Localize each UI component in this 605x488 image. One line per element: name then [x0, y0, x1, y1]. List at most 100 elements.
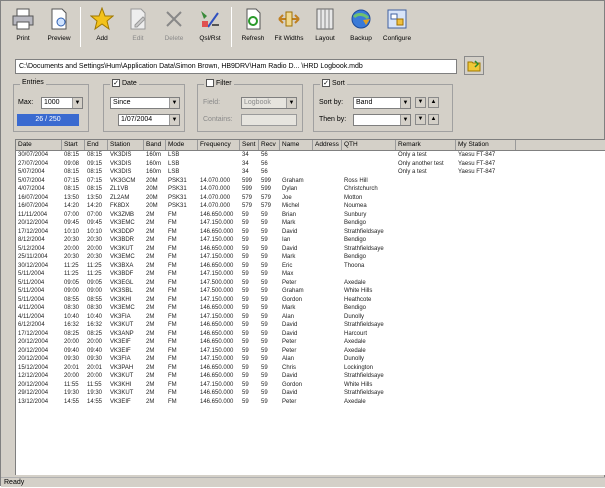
table-cell — [396, 296, 456, 305]
open-database-button[interactable] — [464, 56, 484, 75]
filter-contains-input[interactable] — [241, 114, 297, 126]
table-cell: 59 — [242, 398, 249, 405]
column-header[interactable]: Mode — [166, 140, 198, 150]
date-picker[interactable]: 1/07/2004 ▼ — [118, 114, 180, 126]
column-header[interactable]: QTH — [342, 140, 396, 150]
column-header[interactable]: Recv — [259, 140, 280, 150]
table-cell — [396, 389, 456, 398]
table-row[interactable]: 20/12/2004 09:45 09:45 VK3EMC 2M FM 147.150.00… — [16, 219, 605, 228]
table-row[interactable]: 30/12/2004 11:25 11:25 VK3BXA 2M FM 146.650.00… — [16, 262, 605, 271]
table-row[interactable]: 20/12/2004 09:30 09:30 VK3FIA 2M FM 147.150.00… — [16, 355, 605, 364]
table-row[interactable]: 29/12/2004 19:30 19:30 VK3KUT 2M FM 146.650.00… — [16, 389, 605, 398]
table-cell — [396, 330, 456, 339]
table-row[interactable]: 12/12/2004 20:00 20:00 VK3KUT 2M FM 146.650.00… — [16, 372, 605, 381]
table-cell: 59 — [261, 322, 268, 328]
table-cell: VK3DDP — [110, 228, 135, 235]
table-cell: 25/11/2004 — [18, 254, 48, 260]
table-row[interactable]: 5/11/2004 11:25 11:25 VK3BDF 2M FM 147.150.000… — [16, 270, 605, 279]
table-row[interactable]: 5/07/2004 08:15 08:15 VK3DIS 160m LSB 34 56 Only… — [16, 168, 605, 177]
table-cell: Peter — [282, 279, 297, 286]
table-row[interactable]: 13/12/2004 14:55 14:55 VK3EIF 2M FM 146.650.00… — [16, 398, 605, 407]
table-row[interactable]: 5/11/2004 08:55 08:55 VK3KHI 2M FM 147.150.000… — [16, 296, 605, 305]
table-row[interactable]: 20/12/2004 20:00 20:00 VK3EIF 2M FM 146.650.00… — [16, 338, 605, 347]
table-cell: Harcourt — [344, 330, 368, 337]
print-button[interactable]: Print — [5, 3, 41, 49]
table-row[interactable]: 5/07/2004 07:15 07:15 VK3GCM 20M PSK31 14.070.… — [16, 177, 605, 186]
then-by-select[interactable]: ▼ — [353, 114, 411, 126]
table-cell: 59 — [261, 373, 268, 379]
table-cell: 147.150.000 — [200, 254, 234, 260]
table-row[interactable]: 5/12/2004 20:00 20:00 VK3KUT 2M FM 146.650.000… — [16, 245, 605, 254]
chevron-down-icon: ▼ — [169, 115, 179, 125]
table-row[interactable]: 11/11/2004 07:00 07:00 VK3ZMB 2M FM 146.650.00… — [16, 211, 605, 220]
add-button[interactable]: Add — [84, 3, 120, 49]
table-row[interactable]: 17/12/2004 08:25 08:25 VK3ANP 2M FM 146.650.00… — [16, 330, 605, 339]
sort-by-select[interactable]: Band ▼ — [353, 97, 411, 109]
then-by-ascending-button[interactable]: ▲ — [428, 114, 439, 125]
table-cell: 16:32 — [64, 322, 80, 328]
table-cell: FM — [168, 322, 177, 328]
column-header[interactable]: Station — [108, 140, 144, 150]
filter-checkbox[interactable] — [206, 79, 214, 87]
column-header[interactable]: Name — [280, 140, 313, 150]
column-header[interactable]: Frequency — [198, 140, 240, 150]
table-row[interactable]: 5/11/2004 09:00 09:00 VK3SBL 2M FM 147.500.000… — [16, 287, 605, 296]
table-row[interactable]: 4/07/2004 08:15 08:15 ZL1VB 20M PSK31 14.070.0… — [16, 185, 605, 194]
table-cell: 20:30 — [87, 237, 103, 243]
table-row[interactable]: 15/12/2004 20:01 20:01 VK3PAH 2M FM 146.650.00… — [16, 364, 605, 373]
table-row[interactable]: 6/12/2004 16:32 16:32 VK3KUT 2M FM 146.650.000… — [16, 321, 605, 330]
table-row[interactable]: 4/11/2004 10:40 10:40 VK3FIA 2M FM 147.150.000… — [16, 313, 605, 322]
configure-button[interactable]: Configure — [379, 3, 415, 49]
qsl-button[interactable]: Qsl/Rst — [192, 3, 228, 49]
column-header[interactable]: Date — [16, 140, 62, 150]
table-cell: VK3KUT — [110, 390, 134, 396]
table-row[interactable]: 5/11/2004 09:05 09:05 VK3EGL 2M FM 147.500.000… — [16, 279, 605, 288]
max-entries-select[interactable]: 1000 ▼ — [41, 97, 83, 109]
table-row[interactable]: 16/07/2004 14:20 14:20 FK8DX 20M PSK31 14.070.… — [16, 202, 605, 211]
table-row[interactable]: 4/11/2004 08:30 08:30 VK3EMC 2M FM 146.650.000… — [16, 304, 605, 313]
table-row[interactable]: 30/07/2004 08:15 08:15 VK3DIS 160m LSB 34 56 Onl… — [16, 151, 605, 160]
column-header[interactable]: End — [85, 140, 108, 150]
table-row[interactable]: 16/07/2004 13:50 13:50 ZL2AM 20M PSK31 14.070.… — [16, 194, 605, 203]
table-cell: 4/11/2004 — [18, 305, 45, 311]
table-row[interactable]: 8/12/2004 20:30 20:30 VK3BDR 2M FM 147.150.000… — [16, 236, 605, 245]
preview-button[interactable]: Preview — [41, 3, 77, 49]
table-row[interactable]: 20/12/2004 09:40 09:40 VK3EIF 2M FM 147.150.00… — [16, 347, 605, 356]
date-checkbox[interactable]: ✓ — [112, 79, 120, 87]
delete-button[interactable]: Delete — [156, 3, 192, 49]
column-header[interactable]: Remark — [396, 140, 456, 150]
backup-button[interactable]: Backup — [343, 3, 379, 49]
column-header[interactable]: My Station — [456, 140, 516, 150]
edit-button[interactable]: Edit — [120, 3, 156, 49]
date-mode-select[interactable]: Since ▼ — [110, 97, 180, 109]
table-row[interactable]: 27/07/2004 09:08 09:15 VK3DIS 160m LSB 34 56 Onl… — [16, 160, 605, 169]
table-row[interactable]: 25/11/2004 20:30 20:30 VK3EMC 2M FM 147.150.00… — [16, 253, 605, 262]
table-row[interactable]: 20/12/2004 11:55 11:55 VK3KHI 2M FM 147.150.00… — [16, 381, 605, 390]
table-cell: David — [282, 228, 298, 235]
table-cell: FM — [168, 305, 177, 311]
table-cell: 08:15 — [87, 186, 103, 192]
database-path-field[interactable]: C:\Documents and Settings\Hum\Applicatio… — [15, 59, 457, 74]
table-row[interactable]: 17/12/2004 10:10 10:10 VK3DDP 2M FM 146.650.00… — [16, 228, 605, 237]
sort-checkbox[interactable]: ✓ — [322, 79, 330, 87]
table-cell: VK3ZMB — [110, 211, 135, 218]
column-header[interactable]: Address — [313, 140, 342, 150]
table-cell: 11:25 — [64, 262, 79, 269]
column-header[interactable]: Start — [62, 140, 85, 150]
table-cell — [456, 304, 516, 313]
table-cell — [313, 355, 342, 364]
refresh-button[interactable]: Refresh — [235, 3, 271, 49]
table-cell: Max — [282, 271, 294, 277]
column-header[interactable]: Band — [144, 140, 166, 150]
column-header[interactable]: Sent — [240, 140, 259, 150]
sort-by-ascending-button[interactable]: ▲ — [428, 97, 439, 108]
table-cell — [396, 347, 456, 356]
table-cell: VK3EMC — [110, 220, 135, 226]
table-cell: VK3EIF — [110, 339, 131, 345]
filter-field-select[interactable]: Logbook ▼ — [241, 97, 297, 109]
fit-widths-button[interactable]: Fit Widths — [271, 3, 307, 49]
layout-button[interactable]: Layout — [307, 3, 343, 49]
sort-by-descending-button[interactable]: ▼ — [415, 97, 426, 108]
then-by-descending-button[interactable]: ▼ — [415, 114, 426, 125]
table-cell: Eric — [282, 262, 293, 269]
